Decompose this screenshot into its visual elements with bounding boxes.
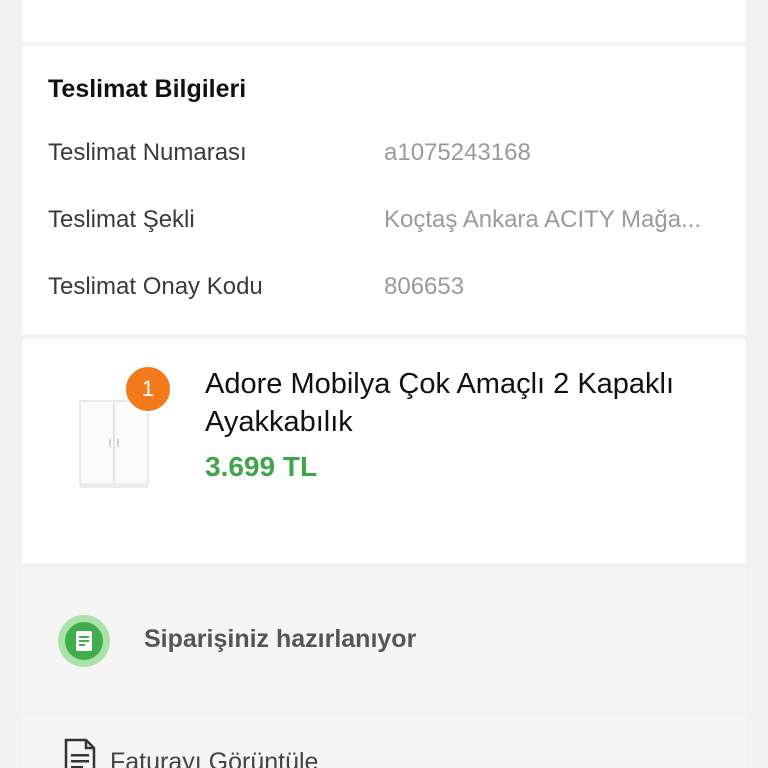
top-card: [22, 0, 746, 42]
invoice-icon: [64, 738, 96, 768]
order-status-card: Siparişiniz hazırlanıyor: [22, 567, 746, 713]
delivery-number-value: a1075243168: [384, 139, 531, 166]
product-image[interactable]: [76, 399, 152, 491]
view-invoice-label: Faturayı Görüntüle: [110, 748, 319, 768]
product-price: 3.699 TL: [205, 451, 318, 482]
quantity-badge: 1: [124, 365, 172, 413]
product-card[interactable]: 1 Adore Mobilya Çok Amaçlı 2 Kapaklı Aya…: [22, 339, 746, 563]
delivery-method-label: Teslimat Şekli: [48, 206, 195, 233]
view-invoice-button[interactable]: Faturayı Görüntüle: [22, 716, 746, 768]
delivery-code-value: 806653: [384, 273, 465, 300]
order-status-text: Siparişiniz hazırlanıyor: [144, 625, 417, 653]
delivery-info-title: Teslimat Bilgileri: [48, 75, 247, 103]
product-name[interactable]: Adore Mobilya Çok Amaçlı 2 Kapaklı Ayakk…: [205, 365, 725, 441]
delivery-info-card: Teslimat Bilgileri Teslimat Numarası a10…: [22, 46, 746, 334]
document-check-icon: [58, 615, 110, 667]
delivery-number-label: Teslimat Numarası: [48, 139, 247, 166]
delivery-method-value[interactable]: Koçtaş Ankara ACITY Mağa...: [384, 206, 724, 234]
delivery-code-label: Teslimat Onay Kodu: [48, 273, 263, 300]
